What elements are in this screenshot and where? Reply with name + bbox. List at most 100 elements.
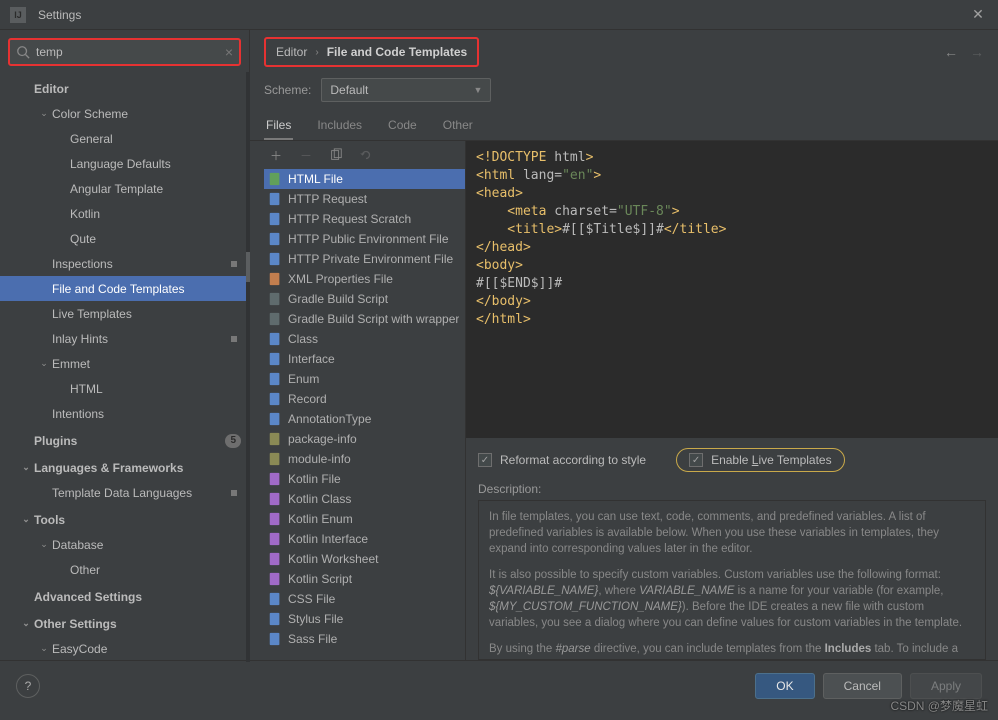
template-item[interactable]: Record bbox=[264, 389, 465, 409]
template-item[interactable]: Interface bbox=[264, 349, 465, 369]
tree-item-emmet[interactable]: ⌄Emmet bbox=[0, 351, 249, 376]
tree-item-editor[interactable]: Editor bbox=[0, 76, 249, 101]
tree-item-other-settings[interactable]: ⌄Other Settings bbox=[0, 611, 249, 636]
template-item[interactable]: Kotlin Worksheet bbox=[264, 549, 465, 569]
nav-forward-icon[interactable]: → bbox=[970, 44, 984, 60]
tree-item-tools[interactable]: ⌄Tools bbox=[0, 507, 249, 532]
tree-item-inspections[interactable]: Inspections bbox=[0, 251, 249, 276]
count-badge: 5 bbox=[225, 434, 241, 448]
tree-item-label: Angular Template bbox=[70, 182, 241, 196]
template-item[interactable]: package-info bbox=[264, 429, 465, 449]
chevron-down-icon: ⌄ bbox=[38, 108, 50, 119]
tree-item-easycode[interactable]: ⌄EasyCode bbox=[0, 636, 249, 660]
tree-item-file-and-code-templates[interactable]: File and Code Templates bbox=[0, 276, 249, 301]
template-item[interactable]: Enum bbox=[264, 369, 465, 389]
tab-code[interactable]: Code bbox=[386, 112, 419, 140]
template-name: HTTP Request bbox=[288, 192, 367, 206]
template-item[interactable]: Kotlin Interface bbox=[264, 529, 465, 549]
tree-item-other[interactable]: Other bbox=[0, 557, 249, 582]
enable-live-templates-checkbox[interactable]: ✓ Enable Live Templates bbox=[676, 448, 845, 472]
template-item[interactable]: HTTP Private Environment File bbox=[264, 249, 465, 269]
template-item[interactable]: module-info bbox=[264, 449, 465, 469]
tree-item-label: Emmet bbox=[52, 357, 241, 371]
template-item[interactable]: Kotlin Script bbox=[264, 569, 465, 589]
tree-item-label: HTML bbox=[70, 382, 241, 396]
template-item[interactable]: HTTP Request Scratch bbox=[264, 209, 465, 229]
template-toolbar: ＋ － bbox=[264, 141, 465, 169]
tab-includes[interactable]: Includes bbox=[315, 112, 364, 140]
template-item[interactable]: AnnotationType bbox=[264, 409, 465, 429]
tree-item-kotlin[interactable]: Kotlin bbox=[0, 201, 249, 226]
template-name: Kotlin Class bbox=[288, 492, 351, 506]
template-name: Gradle Build Script bbox=[288, 292, 388, 306]
template-item[interactable]: CSS File bbox=[264, 589, 465, 609]
chevron-down-icon: ⌄ bbox=[38, 358, 50, 369]
tree-item-inlay-hints[interactable]: Inlay Hints bbox=[0, 326, 249, 351]
template-item[interactable]: Gradle Build Script with wrapper bbox=[264, 309, 465, 329]
template-item[interactable]: Kotlin File bbox=[264, 469, 465, 489]
tree-item-language-defaults[interactable]: Language Defaults bbox=[0, 151, 249, 176]
add-button[interactable]: ＋ bbox=[268, 147, 284, 163]
project-badge-icon bbox=[227, 257, 241, 271]
tree-item-label: Advanced Settings bbox=[34, 590, 241, 604]
tree-item-live-templates[interactable]: Live Templates bbox=[0, 301, 249, 326]
window-title: Settings bbox=[38, 8, 81, 22]
kt-file-icon bbox=[268, 472, 282, 486]
tree-item-color-scheme[interactable]: ⌄Color Scheme bbox=[0, 101, 249, 126]
remove-button[interactable]: － bbox=[298, 147, 314, 163]
tree-item-languages-frameworks[interactable]: ⌄Languages & Frameworks bbox=[0, 455, 249, 480]
search-field[interactable]: × bbox=[8, 38, 241, 66]
code-editor[interactable]: <!DOCTYPE html> <html lang="en"> <head> … bbox=[466, 141, 998, 438]
cancel-button[interactable]: Cancel bbox=[823, 673, 902, 699]
nav-back-icon[interactable]: ← bbox=[944, 44, 958, 60]
copy-button[interactable] bbox=[328, 147, 344, 163]
template-item[interactable]: Stylus File bbox=[264, 609, 465, 629]
revert-button[interactable] bbox=[358, 147, 374, 163]
tree-item-qute[interactable]: Qute bbox=[0, 226, 249, 251]
tree-item-label: Intentions bbox=[52, 407, 241, 421]
template-name: CSS File bbox=[288, 592, 335, 606]
chevron-right-icon: › bbox=[315, 47, 318, 58]
template-item[interactable]: HTML File bbox=[264, 169, 465, 189]
close-icon[interactable]: ✕ bbox=[968, 5, 988, 25]
chevron-down-icon: ⌄ bbox=[20, 514, 32, 525]
tree-item-label: Inspections bbox=[52, 257, 227, 271]
kt-file-icon bbox=[268, 492, 282, 506]
tree-item-html[interactable]: HTML bbox=[0, 376, 249, 401]
tab-other[interactable]: Other bbox=[441, 112, 475, 140]
dialog-footer: ? OK Cancel Apply bbox=[0, 660, 998, 710]
description-box: In file templates, you can use text, cod… bbox=[478, 500, 986, 660]
css-file-icon bbox=[268, 612, 282, 626]
java-file-icon bbox=[268, 352, 282, 366]
template-item[interactable]: Kotlin Enum bbox=[264, 509, 465, 529]
tree-item-intentions[interactable]: Intentions bbox=[0, 401, 249, 426]
template-item[interactable]: XML Properties File bbox=[264, 269, 465, 289]
sidebar-scrollbar[interactable] bbox=[246, 72, 250, 662]
template-name: HTTP Public Environment File bbox=[288, 232, 449, 246]
tree-item-label: Languages & Frameworks bbox=[34, 461, 241, 475]
tab-files[interactable]: Files bbox=[264, 112, 293, 140]
tree-item-advanced-settings[interactable]: Advanced Settings bbox=[0, 584, 249, 609]
tree-item-database[interactable]: ⌄Database bbox=[0, 532, 249, 557]
template-item[interactable]: Kotlin Class bbox=[264, 489, 465, 509]
template-name: HTTP Request Scratch bbox=[288, 212, 411, 226]
tree-item-angular-template[interactable]: Angular Template bbox=[0, 176, 249, 201]
template-item[interactable]: Class bbox=[264, 329, 465, 349]
tree-item-label: Editor bbox=[34, 82, 241, 96]
ok-button[interactable]: OK bbox=[755, 673, 814, 699]
template-item[interactable]: HTTP Public Environment File bbox=[264, 229, 465, 249]
tree-item-label: Inlay Hints bbox=[52, 332, 227, 346]
search-input[interactable] bbox=[36, 45, 225, 59]
template-item[interactable]: Gradle Build Script bbox=[264, 289, 465, 309]
tree-item-template-data-languages[interactable]: Template Data Languages bbox=[0, 480, 249, 505]
http-file-icon bbox=[268, 212, 282, 226]
template-item[interactable]: Sass File bbox=[264, 629, 465, 649]
tree-item-plugins[interactable]: Plugins5 bbox=[0, 428, 249, 453]
tree-item-general[interactable]: General bbox=[0, 126, 249, 151]
template-item[interactable]: HTTP Request bbox=[264, 189, 465, 209]
template-name: HTTP Private Environment File bbox=[288, 252, 453, 266]
help-button[interactable]: ? bbox=[16, 674, 40, 698]
scheme-select[interactable]: Default ▼ bbox=[321, 78, 491, 102]
reformat-checkbox[interactable]: ✓ Reformat according to style bbox=[478, 453, 646, 467]
clear-search-icon[interactable]: × bbox=[225, 44, 233, 60]
